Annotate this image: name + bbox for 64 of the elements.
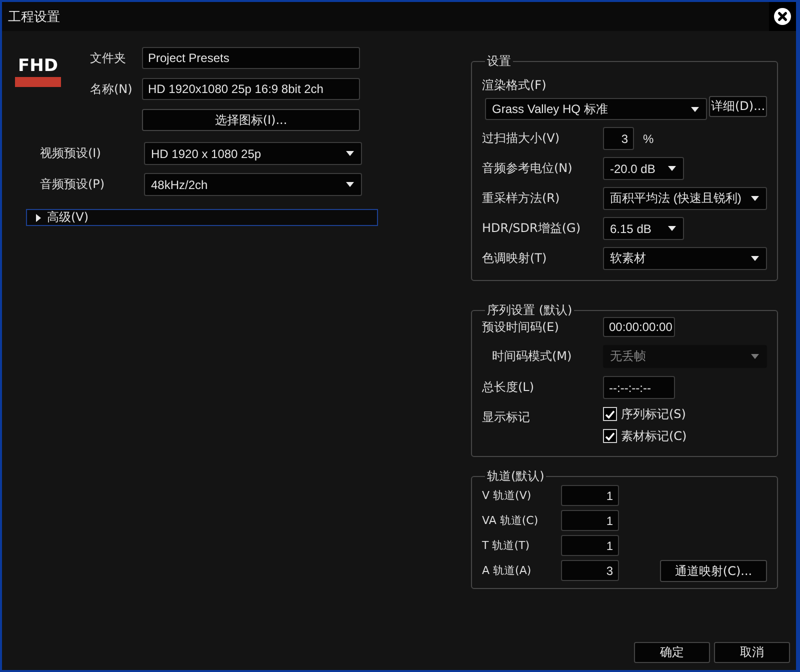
preset-label: 视频预设(I) — [40, 145, 102, 162]
group-title: 序列设置 (默认) — [486, 303, 574, 317]
field-label: 显示标记 — [482, 409, 531, 426]
close-button[interactable] — [769, 2, 796, 31]
preset-label: 音频预设(P) — [40, 176, 106, 193]
advanced-expander[interactable]: 高级(V) — [26, 209, 378, 226]
checkbox-label: 序列标记(S) — [621, 406, 686, 422]
caret-icon — [668, 226, 676, 231]
caret-icon — [751, 256, 759, 261]
field-label: 时间码模式(M) — [491, 348, 573, 365]
field-label: 过扫描大小(V) — [482, 130, 561, 147]
check-icon — [605, 432, 615, 440]
dropdown[interactable]: 6.15 dB — [603, 217, 684, 240]
caret-icon — [751, 354, 759, 359]
field-label: 预设时间码(E) — [482, 318, 560, 336]
text-field[interactable]: Project Presets — [142, 47, 360, 69]
text-field[interactable]: HD 1920x1080 25p 16:9 8bit 2ch — [142, 78, 360, 100]
dropdown[interactable]: -20.0 dB — [603, 157, 684, 180]
field-label: 总长度(L) — [482, 379, 536, 396]
track-count-field[interactable]: 1 — [561, 485, 619, 506]
field-label: 色调映射(T) — [482, 250, 548, 267]
check-icon — [605, 410, 615, 418]
field-label: 渲染格式(F) — [482, 78, 548, 92]
field-label: A 轨道(A) — [482, 563, 532, 579]
field-label: 文件夹 — [90, 50, 127, 66]
logo-bar — [15, 77, 61, 87]
dropdown[interactable]: 软素材 — [603, 247, 767, 270]
field-label: 名称(N) — [90, 80, 134, 98]
field-label: VA 轨道(C) — [482, 513, 540, 529]
caret-icon — [668, 166, 676, 171]
preset-dropdown[interactable]: HD 1920 x 1080 25p — [144, 142, 362, 165]
caret-icon — [346, 151, 354, 156]
unit-label: % — [643, 132, 654, 146]
details-button[interactable]: 详细(D)... — [709, 96, 767, 117]
field-label: V 轨道(V) — [482, 488, 532, 504]
caret-icon — [751, 196, 759, 201]
ok-button[interactable]: 确定 — [634, 642, 710, 663]
caret-icon — [691, 106, 699, 112]
timecode-field[interactable]: 00:00:00:00 — [603, 317, 675, 337]
caret-icon — [36, 214, 41, 222]
track-count-field[interactable]: 3 — [561, 560, 619, 581]
checkbox-label: 素材标记(C) — [621, 428, 687, 444]
channel-map-button[interactable]: 通道映射(C)... — [660, 560, 767, 582]
caret-icon — [346, 182, 354, 187]
track-count-field[interactable]: 1 — [561, 510, 619, 531]
logo-text: FHD — [18, 57, 58, 75]
preset-dropdown[interactable]: 48kHz/2ch — [144, 173, 362, 196]
field-label: HDR/SDR增益(G) — [482, 220, 582, 237]
choose-icon-button[interactable]: 选择图标(I)... — [142, 109, 360, 131]
close-icon — [774, 8, 791, 25]
render-format-dropdown[interactable]: Grass Valley HQ 标准 — [485, 98, 707, 120]
group-title: 设置 — [486, 54, 512, 68]
checkbox[interactable] — [603, 407, 617, 421]
dropdown[interactable]: 面积平均法 (快速且锐利) — [603, 187, 767, 210]
cancel-button[interactable]: 取消 — [714, 642, 790, 663]
track-count-field[interactable]: 1 — [561, 535, 619, 556]
group-title: 轨道(默认) — [486, 469, 546, 483]
window-title: 工程设置 — [7, 8, 60, 26]
field-label: T 轨道(T) — [482, 538, 531, 554]
field-label: 重采样方法(R) — [482, 190, 561, 207]
timecode-field[interactable]: --:--:--:-- — [603, 376, 675, 399]
field-label: 音频参考电位(N) — [482, 160, 574, 177]
number-field[interactable]: 3 — [603, 127, 634, 150]
checkbox[interactable] — [603, 429, 617, 443]
